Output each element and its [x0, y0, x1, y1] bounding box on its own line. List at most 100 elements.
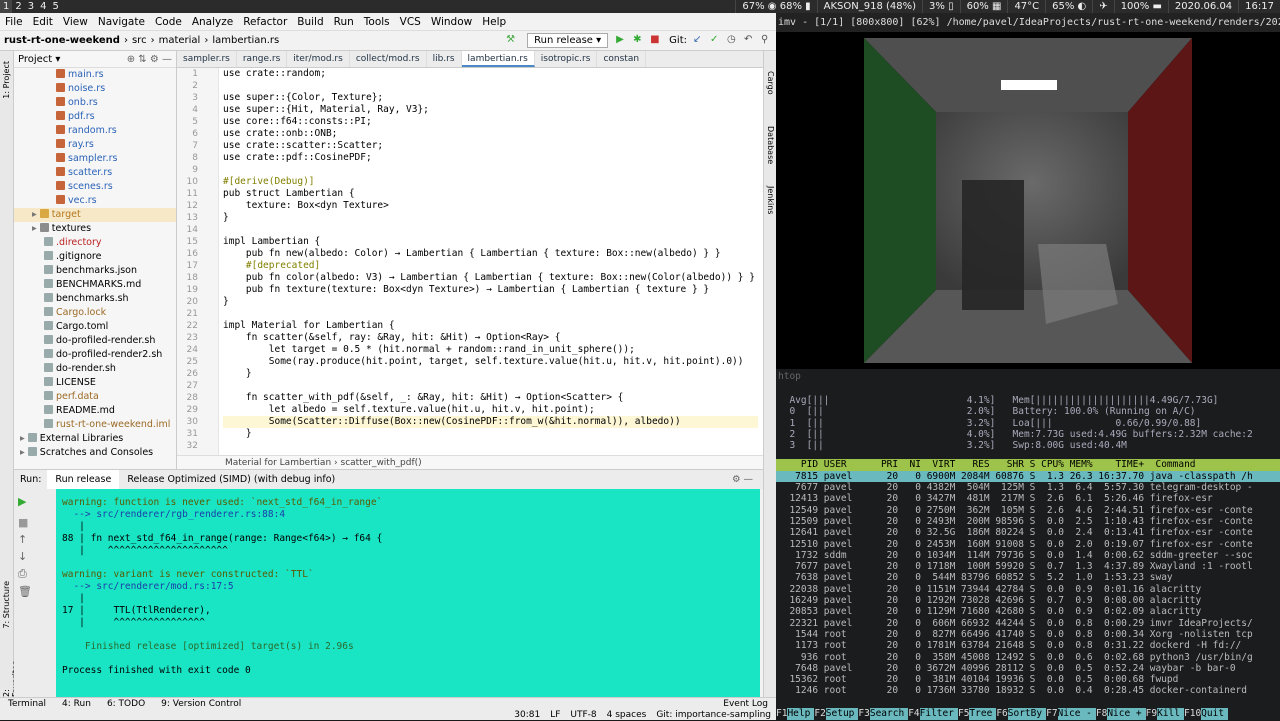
fkey-tree[interactable]: Tree	[969, 708, 997, 720]
htop-process-row[interactable]: 15362 root 20 0 381M 40104 19936 S 0.0 0…	[776, 674, 1280, 685]
htop-process-row[interactable]: 12510 pavel 20 0 2453M 160M 91008 S 0.0 …	[776, 539, 1280, 550]
expand-arrow-icon[interactable]: ▸	[20, 433, 28, 444]
editor-tab[interactable]: isotropic.rs	[535, 51, 598, 67]
editor-tab[interactable]: iter/mod.rs	[287, 51, 350, 67]
fkey-nice[interactable]: Nice -	[1057, 708, 1096, 720]
expand-arrow-icon[interactable]: ▸	[32, 209, 40, 220]
run-tab-optimized[interactable]: Release Optimized (SIMD) (with debug inf…	[119, 474, 343, 485]
code-line[interactable]: #[deprecated]	[223, 260, 758, 272]
menu-vcs[interactable]: VCS	[395, 13, 426, 30]
tree-item[interactable]: .gitignore	[14, 250, 176, 264]
git-update-icon[interactable]: ↙	[693, 34, 706, 47]
tree-item[interactable]: do-profiled-render2.sh	[14, 348, 176, 362]
breadcrumb-project[interactable]: rust-rt-one-weekend	[0, 35, 124, 46]
stop-run-icon[interactable]: ■	[14, 514, 56, 531]
code-line[interactable]: use crate::onb::ONB;	[223, 128, 758, 140]
htop-process-row[interactable]: 7815 pavel 20 0 6900M 2084M 60876 S 1.3 …	[776, 470, 1280, 483]
tree-item[interactable]: LICENSE	[14, 376, 176, 390]
stop-icon[interactable]: ■	[650, 34, 663, 47]
scroll-down-icon[interactable]: ↓	[14, 548, 56, 565]
code-line[interactable]: }	[223, 212, 758, 224]
git-history-icon[interactable]: ◷	[727, 34, 740, 47]
project-tool-button[interactable]: 1: Project	[2, 61, 11, 99]
code-line[interactable]: pub struct Lambertian {	[223, 188, 758, 200]
project-view-select[interactable]: Project ▾	[18, 54, 60, 65]
structure-tool-button[interactable]: 7: Structure	[2, 581, 11, 629]
build-hammer-icon[interactable]: ⚒	[506, 34, 519, 47]
htop-process-row[interactable]: 1173 root 20 0 1781M 63784 21648 S 0.0 0…	[776, 640, 1280, 651]
menu-run[interactable]: Run	[329, 13, 359, 30]
code-line[interactable]: impl Material for Lambertian {	[223, 320, 758, 332]
workspace-button[interactable]: 5	[50, 0, 62, 13]
git-revert-icon[interactable]: ↶	[744, 34, 757, 47]
code-line[interactable]	[223, 224, 758, 236]
tree-item[interactable]: do-profiled-render.sh	[14, 334, 176, 348]
code-line[interactable]: Some(Scatter::Diffuse(Box::new(CosinePDF…	[223, 416, 758, 428]
tree-item[interactable]: random.rs	[14, 124, 176, 138]
htop-column-header[interactable]: PID USER PRI NI VIRT RES SHR S CPU% MEM%…	[776, 459, 1280, 471]
workspace-button[interactable]: 1	[0, 0, 13, 13]
code-line[interactable]: pub fn new(albedo: Color) → Lambertian {…	[223, 248, 758, 260]
scroll-up-icon[interactable]: ↑	[14, 531, 56, 548]
tree-item[interactable]: onb.rs	[14, 96, 176, 110]
run-tab-release[interactable]: Run release	[47, 469, 120, 490]
tree-item[interactable]: benchmarks.sh	[14, 292, 176, 306]
fkey-help[interactable]: Help	[787, 708, 815, 720]
delete-icon[interactable]: 🗑	[14, 583, 56, 600]
tree-item[interactable]: ▸ target	[14, 208, 176, 222]
workspace-button[interactable]: 2	[12, 0, 24, 13]
htop-process-row[interactable]: 1732 sddm 20 0 1034M 114M 79736 S 0.0 1.…	[776, 550, 1280, 561]
fkey-kill[interactable]: Kill	[1157, 708, 1184, 720]
run-settings-icon[interactable]: ⚙ —	[732, 474, 753, 485]
menu-help[interactable]: Help	[477, 13, 511, 30]
code-line[interactable]	[223, 380, 758, 392]
expand-arrow-icon[interactable]: ▸	[20, 447, 28, 458]
tree-item[interactable]: ▸ External Libraries	[14, 432, 176, 446]
code-line[interactable]: pub fn texture(texture: Box<dyn Texture>…	[223, 284, 758, 296]
htop-process-row[interactable]: 1544 root 20 0 827M 66496 41740 S 0.0 0.…	[776, 629, 1280, 640]
code-line[interactable]: pub fn color(albedo: V3) → Lambertian { …	[223, 272, 758, 284]
code-line[interactable]: let albedo = self.texture.value(hit.u, h…	[223, 404, 758, 416]
tree-item[interactable]: rust-rt-one-weekend.iml	[14, 418, 176, 432]
code-line[interactable]: }	[223, 368, 758, 380]
code-line[interactable]: }	[223, 296, 758, 308]
status-field[interactable]: LF	[545, 710, 565, 721]
menu-build[interactable]: Build	[292, 13, 328, 30]
print-icon[interactable]: ⎙	[14, 565, 56, 583]
htop-process-row[interactable]: 12413 pavel 20 0 3427M 481M 217M S 2.6 6…	[776, 493, 1280, 504]
code-line[interactable]	[223, 308, 758, 320]
tree-item[interactable]: sampler.rs	[14, 152, 176, 166]
tree-item[interactable]: ray.rs	[14, 138, 176, 152]
code-line[interactable]: texture: Box<dyn Texture>	[223, 200, 758, 212]
tool-window-2[interactable]: 6: TODO	[99, 698, 153, 710]
menu-view[interactable]: View	[58, 13, 93, 30]
htop-process-row[interactable]: 7677 pavel 20 0 1718M 100M 59920 S 0.7 1…	[776, 561, 1280, 572]
editor-breadcrumb-item[interactable]: scatter_with_pdf()	[341, 458, 422, 468]
status-field[interactable]: Git: importance-sampling	[651, 710, 776, 721]
breadcrumb-material[interactable]: material	[155, 35, 205, 46]
code-line[interactable]: use core::f64::consts::PI;	[223, 116, 758, 128]
workspace-button[interactable]: 4	[37, 0, 49, 13]
status-field[interactable]: UTF-8	[565, 710, 601, 721]
fkey-search[interactable]: Search	[869, 708, 909, 720]
code-line[interactable]: fn scatter_with_pdf(&self, _: &Ray, hit:…	[223, 392, 758, 404]
htop-process-row[interactable]: 7648 pavel 20 0 3672M 40996 28112 S 0.0 …	[776, 663, 1280, 674]
htop-process-row[interactable]: 12549 pavel 20 0 2750M 362M 105M S 2.6 4…	[776, 505, 1280, 516]
run-icon[interactable]: ▶	[616, 34, 629, 47]
code-line[interactable]: fn scatter(&self, ray: &Ray, hit: &Hit) …	[223, 332, 758, 344]
menu-tools[interactable]: Tools	[359, 13, 395, 30]
tree-item[interactable]: BENCHMARKS.md	[14, 278, 176, 292]
tree-item[interactable]: ▸ textures	[14, 222, 176, 236]
editor-tab[interactable]: constan	[597, 51, 647, 67]
htop-process-row[interactable]: 7677 pavel 20 0 4382M 504M 125M S 1.3 6.…	[776, 482, 1280, 493]
breadcrumb-file[interactable]: lambertian.rs	[208, 35, 283, 46]
tree-item[interactable]: main.rs	[14, 68, 176, 82]
htop-process-row[interactable]: 16249 pavel 20 0 1292M 73028 42696 S 0.7…	[776, 595, 1280, 606]
htop-process-row[interactable]: 12641 pavel 20 0 32.5G 186M 80224 S 0.0 …	[776, 527, 1280, 538]
code-line[interactable]: use super::{Hit, Material, Ray, V3};	[223, 104, 758, 116]
code-line[interactable]: }	[223, 428, 758, 440]
debug-icon[interactable]: ✱	[633, 34, 646, 47]
htop-process-row[interactable]: 22038 pavel 20 0 1151M 73944 42784 S 0.0…	[776, 584, 1280, 595]
rerun-icon[interactable]: ▶	[14, 489, 56, 514]
htop-process-row[interactable]: 7638 pavel 20 0 544M 83796 60852 S 5.2 1…	[776, 572, 1280, 583]
